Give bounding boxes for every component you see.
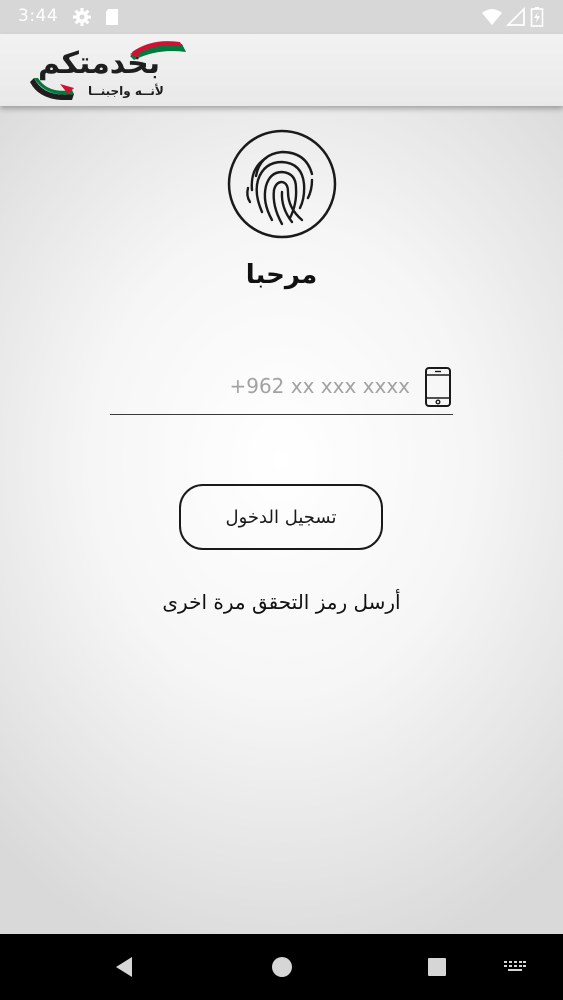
login-screen: 3:44 بخدمتكم لأنــه واجبنــا مرحبا +962 … (0, 0, 563, 1000)
battery-icon (530, 7, 544, 27)
app-bar: بخدمتكم لأنــه واجبنــا (0, 34, 563, 106)
back-icon[interactable] (112, 954, 138, 980)
recents-icon[interactable] (424, 954, 450, 980)
phone-field (110, 362, 453, 415)
signal-icon (505, 6, 526, 27)
fingerprint-icon (226, 128, 338, 240)
app-logo: بخدمتكم لأنــه واجبنــا (30, 38, 190, 102)
logo-tagline: لأنــه واجبنــا (88, 84, 164, 98)
login-button-label: تسجيل الدخول (225, 506, 337, 528)
sd-card-icon (102, 7, 122, 27)
resend-code-link[interactable]: أرسل رمز التحقق مرة اخرى (0, 590, 563, 614)
status-bar: 3:44 (0, 0, 563, 34)
mobile-phone-icon (424, 366, 452, 408)
system-nav-bar (0, 934, 563, 1000)
home-icon[interactable] (269, 954, 295, 980)
welcome-heading: مرحبا (245, 260, 318, 290)
keyboard-icon[interactable] (503, 954, 527, 980)
logo-title: بخدمتكم (38, 46, 161, 81)
wifi-icon (481, 7, 503, 27)
login-button[interactable]: تسجيل الدخول (179, 484, 383, 550)
phone-input[interactable] (110, 368, 410, 404)
status-time: 3:44 (18, 6, 59, 26)
settings-icon (72, 7, 92, 27)
